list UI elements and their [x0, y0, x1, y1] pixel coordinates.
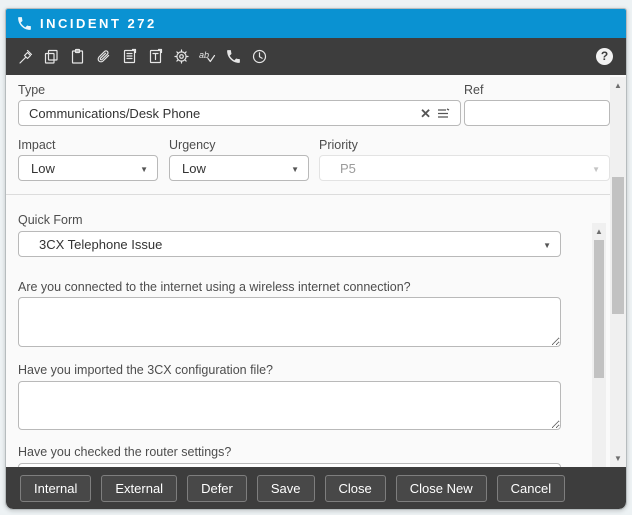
scroll-up-icon[interactable]: ▲	[592, 224, 606, 239]
cancel-button[interactable]: Cancel	[497, 475, 565, 502]
save-button[interactable]: Save	[257, 475, 315, 502]
external-button[interactable]: External	[101, 475, 177, 502]
internal-button[interactable]: Internal	[20, 475, 91, 502]
type-label: Type	[18, 83, 45, 97]
action-bar: Internal External Defer Save Close Close…	[6, 467, 626, 509]
ref-input[interactable]	[464, 100, 610, 126]
question-2-label: Have you imported the 3CX configuration …	[18, 363, 273, 377]
toolbar: ab ?	[6, 38, 626, 75]
form-area: Type ✕ Ref Impact Low ▼ Urgency Low ▼ Pr…	[6, 75, 626, 467]
urgency-select[interactable]: Low ▼	[169, 155, 309, 181]
window-title: INCIDENT 272	[40, 16, 157, 31]
type-combo[interactable]: ✕	[18, 100, 461, 126]
quick-form-scrollbar[interactable]: ▲	[592, 223, 606, 467]
clear-type-icon[interactable]: ✕	[415, 107, 436, 120]
attachment-icon[interactable]	[95, 48, 112, 65]
settings-gear-icon[interactable]	[173, 48, 190, 65]
chevron-down-icon: ▼	[543, 241, 551, 250]
quick-form-label: Quick Form	[18, 213, 83, 227]
type-list-icon[interactable]	[436, 106, 450, 120]
notes-document-icon[interactable]	[121, 48, 138, 65]
scrollbar-thumb[interactable]	[612, 177, 624, 314]
pin-icon[interactable]	[17, 48, 34, 65]
scrollbar-thumb[interactable]	[594, 240, 604, 378]
chevron-down-icon: ▼	[140, 165, 148, 174]
phone-icon	[16, 15, 33, 32]
urgency-label: Urgency	[169, 138, 216, 152]
titlebar: INCIDENT 272	[6, 9, 626, 38]
history-clock-icon[interactable]	[251, 48, 268, 65]
question-1-label: Are you connected to the internet using …	[18, 280, 411, 294]
form-report-icon[interactable]	[147, 48, 164, 65]
question-3-label: Have you checked the router settings?	[18, 445, 231, 459]
copy-icon[interactable]	[43, 48, 60, 65]
section-divider	[6, 194, 610, 195]
spellcheck-icon[interactable]: ab	[199, 48, 216, 65]
help-icon[interactable]: ?	[596, 48, 613, 65]
type-input[interactable]	[29, 106, 415, 121]
incident-window: INCIDENT 272 ab ?	[5, 8, 627, 510]
priority-select: P5 ▼	[319, 155, 610, 181]
ref-label: Ref	[464, 83, 483, 97]
impact-value: Low	[31, 161, 55, 176]
priority-value: P5	[340, 161, 356, 176]
chevron-down-icon: ▼	[291, 165, 299, 174]
close-new-button[interactable]: Close New	[396, 475, 487, 502]
chevron-down-icon: ▼	[592, 165, 600, 174]
form-scrollbar[interactable]: ▲ ▼	[610, 77, 626, 467]
urgency-value: Low	[182, 161, 206, 176]
close-button[interactable]: Close	[325, 475, 386, 502]
question-2-textarea[interactable]	[18, 381, 561, 430]
priority-label: Priority	[319, 138, 358, 152]
scroll-up-icon[interactable]: ▲	[610, 78, 626, 93]
scroll-down-icon[interactable]: ▼	[610, 451, 626, 466]
quick-form-value: 3CX Telephone Issue	[39, 237, 162, 252]
quick-form-select[interactable]: 3CX Telephone Issue ▼	[18, 231, 561, 257]
question-1-textarea[interactable]	[18, 297, 561, 347]
defer-button[interactable]: Defer	[187, 475, 247, 502]
impact-label: Impact	[18, 138, 56, 152]
impact-select[interactable]: Low ▼	[18, 155, 158, 181]
phone-call-icon[interactable]	[225, 48, 242, 65]
paste-clipboard-icon[interactable]	[69, 48, 86, 65]
